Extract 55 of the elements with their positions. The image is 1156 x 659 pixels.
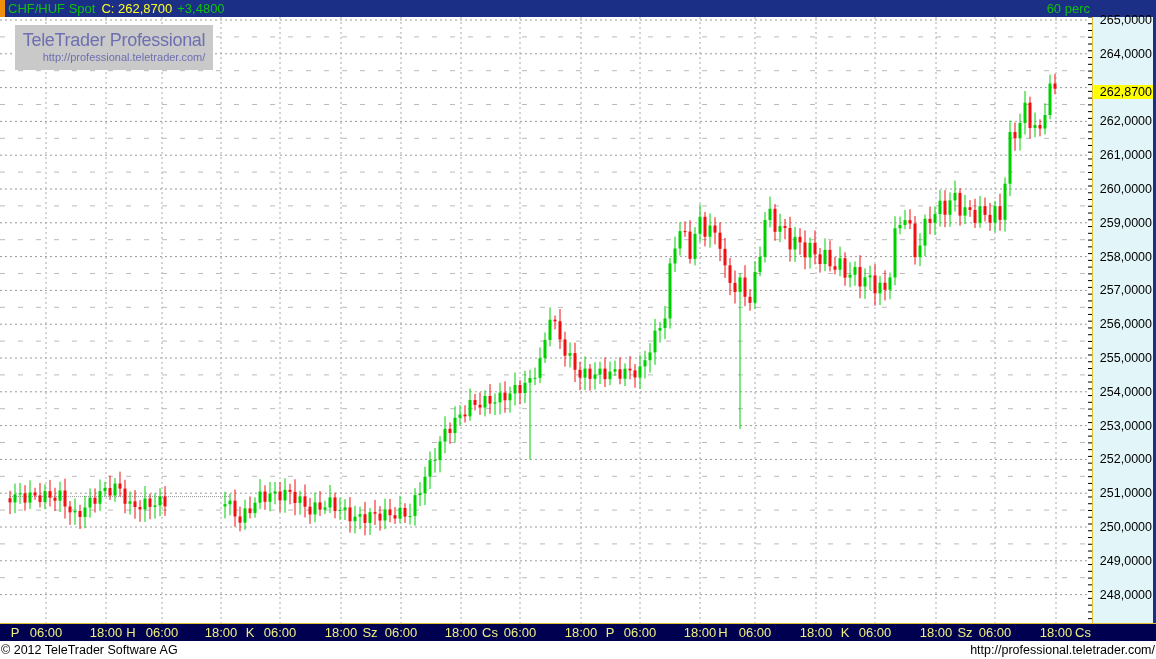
last-price-tag: 262,8700 <box>1094 85 1153 99</box>
axis-label: K <box>245 625 255 640</box>
axis-label: 18:00 <box>324 625 358 640</box>
copyright-text: © 2012 TeleTrader Software AG <box>1 643 178 657</box>
interval-label: 60 perc <box>1046 0 1090 17</box>
axis-label: Cs <box>482 625 498 640</box>
tab-marker <box>0 0 5 17</box>
axis-label: 06:00 <box>978 625 1012 640</box>
axis-label: 06:00 <box>738 625 772 640</box>
axis-label: 18:00 <box>683 625 717 640</box>
axis-label: 18:00 <box>204 625 238 640</box>
axis-label: 248,0000 <box>1099 587 1152 602</box>
logo-title: TeleTrader Professional <box>22 30 206 51</box>
axis-label: 265,0000 <box>1099 13 1152 27</box>
axis-label: Cs <box>1075 625 1091 640</box>
axis-label: 256,0000 <box>1099 317 1152 332</box>
axis-label: 250,0000 <box>1099 520 1152 534</box>
axis-label: H <box>126 625 136 640</box>
axis-label: 18:00 <box>444 625 478 640</box>
price-change: +3,4800 <box>177 0 225 17</box>
axis-label: 253,0000 <box>1099 418 1152 433</box>
axis-label: 06:00 <box>263 625 297 640</box>
axis-label: 18:00 <box>89 625 123 640</box>
axis-label: 18:00 <box>919 625 953 640</box>
axis-label: 259,0000 <box>1099 215 1152 230</box>
axis-label: P <box>605 625 615 640</box>
axis-label: 06:00 <box>623 625 657 640</box>
logo-url: http://professional.teletrader.com/ <box>42 51 206 63</box>
axis-label: 06:00 <box>29 625 63 640</box>
axis-label: 258,0000 <box>1099 249 1152 264</box>
symbol-label: CHF/HUF Spot <box>8 0 96 17</box>
axis-label: Sz <box>957 625 973 640</box>
axis-label: 18:00 <box>1039 625 1073 640</box>
axis-label: 255,0000 <box>1099 351 1152 365</box>
axis-label: 18:00 <box>799 625 833 640</box>
axis-label: 261,0000 <box>1099 148 1152 163</box>
axis-label: 252,0000 <box>1099 452 1152 467</box>
axis-label: 06:00 <box>145 625 179 640</box>
axis-label: Sz <box>362 625 378 640</box>
close-price: C: 262,8700 <box>101 0 173 17</box>
axis-label: H <box>718 625 728 640</box>
axis-label: K <box>840 625 850 640</box>
axis-label: 257,0000 <box>1099 283 1152 298</box>
axis-label: 260,0000 <box>1099 182 1152 196</box>
axis-label: 249,0000 <box>1099 553 1152 568</box>
axis-label: 06:00 <box>503 625 537 640</box>
axis-label: 18:00 <box>564 625 598 640</box>
axis-label: 06:00 <box>384 625 418 640</box>
website-link[interactable]: http://professional.teletrader.com/ <box>970 643 1155 657</box>
axis-label: 251,0000 <box>1099 486 1152 501</box>
axis-label: 262,0000 <box>1099 114 1152 129</box>
axis-label: 06:00 <box>858 625 892 640</box>
axis-label: P <box>10 625 20 640</box>
axis-label: 264,0000 <box>1099 46 1152 61</box>
axis-label: 254,0000 <box>1099 384 1152 399</box>
